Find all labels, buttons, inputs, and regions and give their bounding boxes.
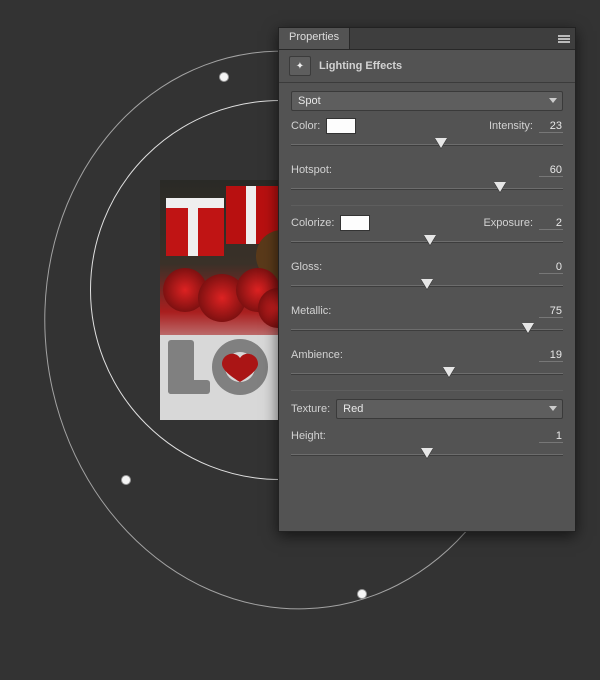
divider: [291, 390, 563, 391]
divider: [291, 205, 563, 206]
exposure-value[interactable]: 2: [539, 217, 563, 230]
panel-tabbar: Properties: [279, 28, 575, 50]
gloss-label: Gloss:: [291, 261, 322, 273]
light-type-value: Spot: [298, 95, 321, 107]
lighting-handle[interactable]: [219, 72, 229, 82]
colorize-swatch[interactable]: [340, 215, 370, 231]
gloss-slider[interactable]: [291, 278, 563, 294]
gloss-value[interactable]: 0: [539, 261, 563, 274]
exposure-label: Exposure:: [483, 217, 533, 229]
ambience-value[interactable]: 19: [539, 349, 563, 362]
metallic-value[interactable]: 75: [539, 305, 563, 318]
canvas-image: [160, 180, 295, 420]
metallic-label: Metallic:: [291, 305, 331, 317]
hotspot-value[interactable]: 60: [539, 164, 563, 177]
texture-value: Red: [343, 403, 363, 415]
texture-select[interactable]: Red: [336, 399, 563, 419]
ambience-label: Ambience:: [291, 349, 343, 361]
intensity-value[interactable]: 23: [539, 120, 563, 133]
ambience-slider[interactable]: [291, 366, 563, 382]
colorize-label: Colorize:: [291, 217, 334, 229]
properties-panel: Properties ✦ Lighting Effects Spot Color…: [278, 27, 576, 532]
chevron-down-icon: [549, 406, 557, 411]
tab-properties[interactable]: Properties: [279, 28, 350, 49]
color-swatch[interactable]: [326, 118, 356, 134]
height-label: Height:: [291, 430, 326, 442]
texture-label: Texture:: [291, 403, 330, 415]
hotspot-label: Hotspot:: [291, 164, 332, 176]
intensity-label: Intensity:: [489, 120, 533, 132]
height-value[interactable]: 1: [539, 430, 563, 443]
panel-title: Lighting Effects: [319, 60, 402, 72]
color-label: Color:: [291, 120, 320, 132]
panel-title-row: ✦ Lighting Effects: [279, 50, 575, 83]
height-slider[interactable]: [291, 447, 563, 463]
panel-menu-icon[interactable]: [553, 28, 575, 49]
chevron-down-icon: [549, 98, 557, 103]
metallic-slider[interactable]: [291, 322, 563, 338]
exposure-slider[interactable]: [291, 234, 563, 250]
hotspot-slider[interactable]: [291, 181, 563, 197]
lighting-handle[interactable]: [121, 475, 131, 485]
lighting-handle[interactable]: [357, 589, 367, 599]
intensity-slider[interactable]: [291, 137, 563, 153]
lighting-effects-icon[interactable]: ✦: [289, 56, 311, 76]
light-type-select[interactable]: Spot: [291, 91, 563, 111]
